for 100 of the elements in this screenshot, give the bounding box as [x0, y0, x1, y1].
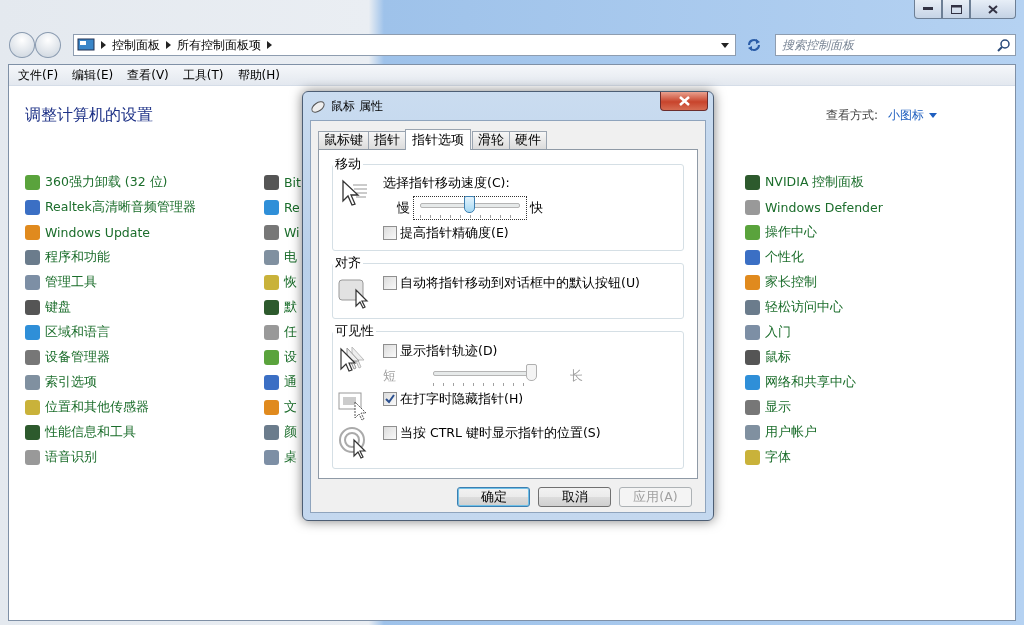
breadcrumb-arrow-icon[interactable]: [266, 41, 272, 49]
control-panel-link[interactable]: Re: [284, 200, 300, 215]
close-button[interactable]: [660, 92, 708, 111]
program-icon[interactable]: [264, 175, 279, 190]
program-icon[interactable]: [264, 200, 279, 215]
program-icon[interactable]: [25, 425, 40, 440]
checkbox-label[interactable]: 当按 CTRL 键时显示指针的位置(S): [400, 424, 601, 442]
tab[interactable]: 指针选项: [405, 129, 471, 150]
minimize-button[interactable]: [914, 0, 942, 19]
slider-track[interactable]: [413, 196, 527, 220]
program-icon[interactable]: [264, 225, 279, 240]
menu-item[interactable]: 工具(T): [175, 66, 231, 84]
control-panel-link[interactable]: 设备管理器: [45, 349, 110, 366]
program-icon[interactable]: [264, 375, 279, 390]
control-panel-link[interactable]: 入门: [765, 324, 791, 341]
program-icon[interactable]: [745, 375, 760, 390]
checkbox-label[interactable]: 自动将指针移动到对话框中的默认按钮(U): [400, 274, 640, 292]
control-panel-link[interactable]: 区域和语言: [45, 324, 110, 341]
program-icon[interactable]: [264, 400, 279, 415]
checkbox[interactable]: [383, 344, 397, 358]
checkbox[interactable]: [383, 226, 397, 240]
control-panel-link[interactable]: 个性化: [765, 249, 804, 266]
menu-item[interactable]: 查看(V): [120, 66, 176, 84]
control-panel-link[interactable]: 默: [284, 299, 297, 316]
program-icon[interactable]: [25, 250, 40, 265]
program-icon[interactable]: [745, 200, 760, 215]
breadcrumb-arrow-icon[interactable]: [165, 41, 171, 49]
address-bar[interactable]: 控制面板 所有控制面板项: [72, 34, 736, 56]
program-icon[interactable]: [25, 300, 40, 315]
control-panel-link[interactable]: 网络和共享中心: [765, 374, 856, 391]
program-icon[interactable]: [745, 425, 760, 440]
control-panel-link[interactable]: 位置和其他传感器: [45, 399, 149, 416]
breadcrumb[interactable]: 所有控制面板项: [176, 36, 261, 54]
tab[interactable]: 滑轮: [472, 131, 510, 149]
control-panel-link[interactable]: Windows Defender: [765, 200, 883, 215]
forward-button[interactable]: [34, 32, 61, 58]
control-panel-link[interactable]: 桌: [284, 449, 297, 466]
dialog-button[interactable]: 取消: [538, 487, 611, 507]
control-panel-link[interactable]: 键盘: [45, 299, 71, 316]
program-icon[interactable]: [264, 250, 279, 265]
dialog-button[interactable]: 确定: [457, 487, 530, 507]
program-icon[interactable]: [264, 325, 279, 340]
checkbox[interactable]: [383, 392, 397, 406]
control-panel-link[interactable]: 用户帐户: [765, 424, 817, 441]
checkbox-label[interactable]: 显示指针轨迹(D): [400, 342, 498, 360]
program-icon[interactable]: [25, 175, 40, 190]
control-panel-link[interactable]: 字体: [765, 449, 791, 466]
menu-item[interactable]: 帮助(H): [230, 66, 287, 84]
control-panel-link[interactable]: 任: [284, 324, 297, 341]
program-icon[interactable]: [25, 275, 40, 290]
breadcrumb[interactable]: 控制面板: [111, 36, 160, 54]
control-panel-link[interactable]: Bit: [284, 175, 301, 190]
program-icon[interactable]: [25, 350, 40, 365]
maximize-button[interactable]: [942, 0, 970, 19]
program-icon[interactable]: [745, 325, 760, 340]
control-panel-link[interactable]: 鼠标: [765, 349, 791, 366]
control-panel-link[interactable]: 360强力卸载 (32 位): [45, 174, 168, 191]
tab[interactable]: 指针: [368, 131, 406, 149]
control-panel-link[interactable]: Wi: [284, 225, 300, 240]
program-icon[interactable]: [745, 400, 760, 415]
menu-item[interactable]: 文件(F): [11, 66, 66, 84]
program-icon[interactable]: [264, 300, 279, 315]
program-icon[interactable]: [745, 175, 760, 190]
program-icon[interactable]: [25, 375, 40, 390]
program-icon[interactable]: [745, 450, 760, 465]
control-panel-link[interactable]: 操作中心: [765, 224, 817, 241]
control-panel-link[interactable]: 轻松访问中心: [765, 299, 843, 316]
dropdown-arrow-icon[interactable]: [720, 42, 729, 48]
control-panel-link[interactable]: 管理工具: [45, 274, 97, 291]
control-panel-link[interactable]: 文: [284, 399, 297, 416]
back-button[interactable]: [9, 32, 35, 58]
program-icon[interactable]: [25, 400, 40, 415]
control-panel-link[interactable]: 家长控制: [765, 274, 817, 291]
menu-item[interactable]: 编辑(E): [65, 66, 121, 84]
program-icon[interactable]: [745, 350, 760, 365]
control-panel-link[interactable]: 程序和功能: [45, 249, 110, 266]
program-icon[interactable]: [745, 300, 760, 315]
control-panel-link[interactable]: 索引选项: [45, 374, 97, 391]
control-panel-link[interactable]: 通: [284, 374, 297, 391]
program-icon[interactable]: [264, 350, 279, 365]
control-panel-link[interactable]: NVIDIA 控制面板: [765, 174, 865, 191]
tab[interactable]: 硬件: [509, 131, 547, 149]
program-icon[interactable]: [25, 225, 40, 240]
control-panel-link[interactable]: 恢: [284, 274, 297, 291]
control-panel-link[interactable]: 颜: [284, 424, 297, 441]
program-icon[interactable]: [745, 250, 760, 265]
search-field[interactable]: 搜索控制面板: [775, 34, 1016, 56]
control-panel-link[interactable]: 语音识别: [45, 449, 97, 466]
checkbox[interactable]: [383, 276, 397, 290]
view-by-dropdown[interactable]: 小图标: [888, 106, 937, 124]
breadcrumb-arrow-icon[interactable]: [100, 41, 106, 49]
program-icon[interactable]: [25, 450, 40, 465]
checkbox-label[interactable]: 在打字时隐藏指针(H): [400, 390, 524, 408]
program-icon[interactable]: [25, 200, 40, 215]
control-panel-link[interactable]: Realtek高清晰音频管理器: [45, 199, 196, 216]
control-panel-link[interactable]: 设: [284, 349, 297, 366]
program-icon[interactable]: [264, 275, 279, 290]
program-icon[interactable]: [745, 225, 760, 240]
control-panel-link[interactable]: 性能信息和工具: [45, 424, 136, 441]
control-panel-link[interactable]: 电: [284, 249, 297, 266]
